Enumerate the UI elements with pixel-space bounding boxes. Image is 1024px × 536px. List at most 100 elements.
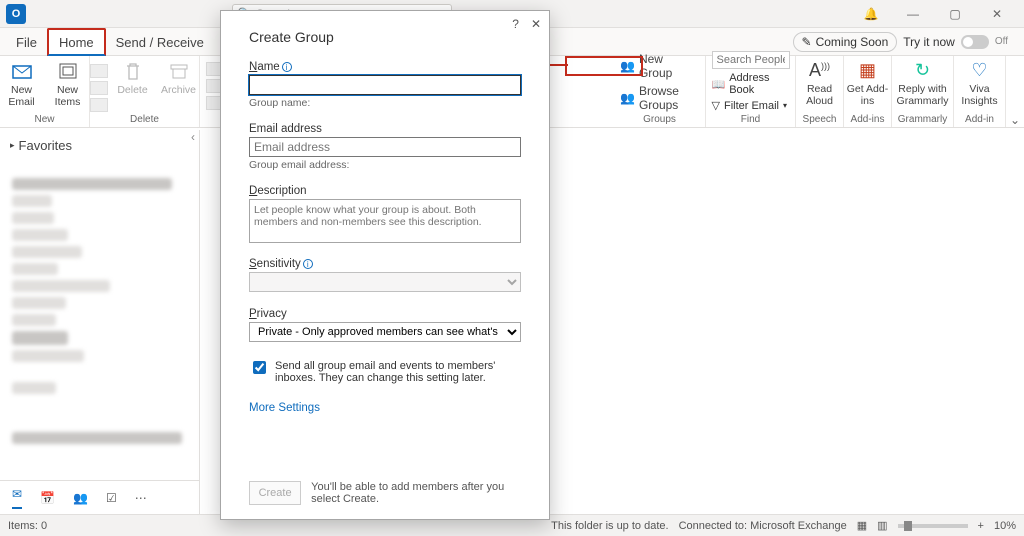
read-aloud-button[interactable]: A))) Read Aloud — [799, 60, 841, 107]
blurred-groups[interactable] — [12, 382, 56, 394]
nav-people-icon[interactable]: 👥 — [73, 491, 88, 505]
new-items-icon — [57, 60, 79, 82]
create-button[interactable]: Create — [249, 481, 301, 505]
blurred-account — [12, 178, 172, 190]
group-email-input[interactable] — [249, 137, 521, 157]
address-book-icon: 📖 — [712, 78, 726, 91]
viva-insights-button[interactable]: ♡ Viva Insights — [959, 60, 1001, 107]
delete-button[interactable]: Delete — [112, 60, 154, 96]
new-email-button[interactable]: New Email — [1, 60, 43, 108]
blurred-folder[interactable] — [12, 350, 84, 362]
delete-icon — [122, 60, 144, 82]
tab-file[interactable]: File — [6, 30, 47, 54]
send-to-inbox-checkbox[interactable] — [253, 361, 266, 374]
privacy-select[interactable]: Private - Only approved members can see … — [249, 322, 521, 342]
blurred-folder[interactable] — [12, 263, 58, 275]
nav-more-icon[interactable]: ⋯ — [135, 491, 147, 505]
get-addins-button[interactable]: ▦ Get Add-ins — [847, 60, 889, 107]
browse-groups-button[interactable]: 👥 Browse Groups — [620, 84, 699, 112]
address-book-button[interactable]: 📖Address Book — [712, 72, 790, 96]
ribbon-group-grammarly: Grammarly — [898, 112, 947, 125]
sensitivity-select[interactable] — [249, 272, 521, 292]
wand-icon: ✎ — [802, 35, 812, 49]
viva-icon: ♡ — [971, 60, 987, 81]
ribbon-group-new: New — [34, 112, 54, 125]
ribbon-collapse-chevron[interactable]: ⌄ — [1006, 56, 1024, 127]
try-it-now-label: Try it now — [903, 35, 955, 49]
blurred-account-2 — [12, 432, 182, 444]
toggle-off-label: Off — [995, 36, 1008, 47]
zoom-in-icon[interactable]: + — [978, 520, 984, 532]
privacy-label: Privacy — [249, 308, 521, 320]
notification-icon[interactable]: 🔔 — [852, 0, 890, 28]
favorites-header[interactable]: ▸Favorites — [0, 130, 199, 161]
window-controls: 🔔 — ▢ ✕ — [852, 0, 1024, 28]
blurred-folder[interactable] — [12, 212, 54, 224]
new-items-button[interactable]: New Items — [47, 60, 89, 108]
ribbon-group-groups: Groups — [643, 112, 676, 125]
blurred-folder[interactable] — [12, 314, 56, 326]
blurred-folder[interactable] — [12, 280, 110, 292]
group-name-help: Group name: — [249, 97, 521, 109]
ribbon-group-find: Find — [741, 112, 760, 125]
blurred-folder[interactable] — [12, 229, 68, 241]
ribbon-group-addins: Add-ins — [851, 112, 885, 125]
search-people-input[interactable] — [712, 51, 790, 69]
dialog-close-button[interactable]: ✕ — [531, 17, 541, 31]
archive-button[interactable]: Archive — [158, 60, 200, 96]
nav-tasks-icon[interactable]: ☑ — [106, 491, 117, 505]
ignore-button[interactable] — [90, 64, 108, 78]
blurred-folder[interactable] — [12, 297, 66, 309]
browse-groups-icon: 👥 — [620, 91, 635, 105]
chevron-down-icon: ▾ — [783, 101, 787, 110]
filter-email-button[interactable]: ▽Filter Email▾ — [712, 99, 790, 112]
new-email-icon — [11, 60, 33, 82]
description-label: Description — [249, 185, 521, 197]
name-label: Namei — [249, 61, 521, 73]
addins-icon: ▦ — [859, 60, 876, 81]
tab-send-receive[interactable]: Send / Receive — [106, 30, 214, 54]
group-name-input[interactable] — [249, 75, 521, 95]
view-normal-icon[interactable]: ▦ — [857, 519, 867, 532]
status-connection: Connected to: Microsoft Exchange — [679, 520, 847, 532]
blurred-folder[interactable] — [12, 246, 82, 258]
status-folder: This folder is up to date. — [551, 520, 668, 532]
chevron-right-icon: ▸ — [10, 140, 15, 151]
more-settings-link[interactable]: More Settings — [249, 402, 521, 414]
info-icon[interactable]: i — [303, 259, 313, 269]
checkbox-label: Send all group email and events to membe… — [275, 360, 521, 384]
zoom-slider[interactable] — [898, 524, 968, 528]
sidebar-collapse-icon[interactable]: ‹ — [191, 130, 195, 144]
dialog-title: Create Group — [249, 29, 521, 45]
tab-home[interactable]: Home — [47, 28, 106, 56]
dialog-help-button[interactable]: ? — [512, 17, 519, 31]
annotation-newgroup-highlight — [565, 56, 643, 76]
blurred-folder-selected[interactable] — [12, 331, 68, 345]
coming-soon-button[interactable]: ✎Coming Soon — [793, 32, 898, 52]
info-icon[interactable]: i — [282, 62, 292, 72]
ribbon-group-speech: Speech — [803, 112, 837, 125]
archive-icon — [168, 60, 190, 82]
junk-button[interactable] — [90, 98, 108, 112]
maximize-button[interactable]: ▢ — [936, 0, 974, 28]
nav-mail-icon[interactable]: ✉ — [12, 487, 22, 509]
cleanup-button[interactable] — [90, 81, 108, 95]
sensitivity-label: Sensitivityi — [249, 258, 521, 270]
read-aloud-icon: A))) — [809, 60, 830, 81]
filter-icon: ▽ — [712, 99, 720, 112]
email-label: Email address — [249, 123, 521, 135]
nav-calendar-icon[interactable]: 📅 — [40, 491, 55, 505]
blurred-folder[interactable] — [12, 195, 52, 207]
minimize-button[interactable]: — — [894, 0, 932, 28]
zoom-level: 10% — [994, 520, 1016, 532]
try-it-toggle[interactable] — [961, 35, 989, 49]
ribbon-group-delete: Delete — [130, 112, 159, 125]
reply-grammarly-button[interactable]: ↻ Reply with Grammarly — [894, 60, 952, 107]
create-group-dialog: ? ✕ Create Group Namei Group name: Email… — [220, 10, 550, 520]
outlook-app-icon: O — [6, 4, 26, 24]
group-description-input[interactable] — [249, 199, 521, 243]
group-email-help: Group email address: — [249, 159, 521, 171]
view-reading-icon[interactable]: ▥ — [877, 519, 887, 532]
close-window-button[interactable]: ✕ — [978, 0, 1016, 28]
status-items: Items: 0 — [8, 520, 47, 532]
